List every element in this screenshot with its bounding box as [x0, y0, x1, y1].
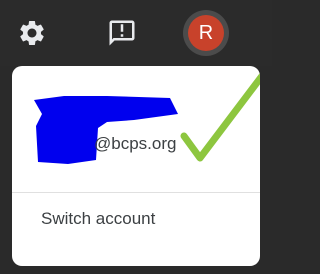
checkmark-icon — [180, 72, 260, 162]
feedback-icon — [109, 20, 135, 46]
current-account[interactable]: @bcps.org — [12, 66, 260, 190]
top-bar: R — [0, 0, 272, 66]
settings-button[interactable] — [16, 17, 48, 49]
avatar: R — [188, 15, 224, 51]
feedback-button[interactable] — [106, 17, 138, 49]
gear-icon — [20, 20, 44, 45]
account-button[interactable]: R — [183, 10, 229, 56]
switch-account-button[interactable]: Switch account — [12, 193, 260, 245]
switch-account-label: Switch account — [41, 209, 156, 228]
account-menu: @bcps.org Switch account — [12, 66, 260, 266]
avatar-initial: R — [198, 21, 214, 44]
